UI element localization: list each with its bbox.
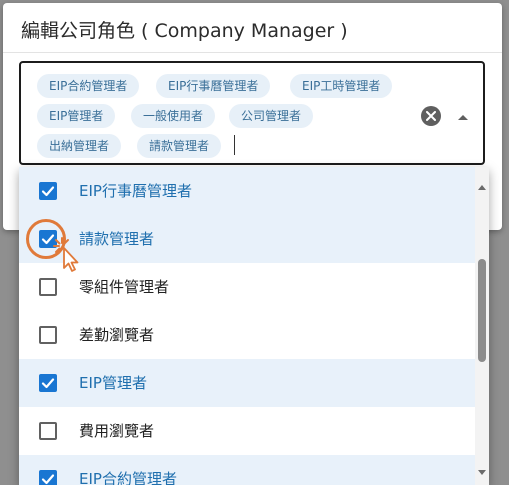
option-label: 差勤瀏覽者 [79,326,155,344]
option-label: 零組件管理者 [79,278,170,296]
role-chip[interactable]: 公司管理者 [229,104,314,128]
list-option[interactable]: 零組件管理者 [19,263,475,311]
checkbox-unchecked-icon[interactable] [39,422,57,440]
option-label: EIP行事曆管理者 [79,182,192,200]
role-chip[interactable]: 出納管理者 [37,134,122,158]
role-chip[interactable]: EIP工時管理者 [290,74,393,98]
text-caret [234,135,235,155]
list-option[interactable]: EIP管理者 [19,359,475,407]
role-chip[interactable]: EIP管理者 [37,104,116,128]
checkbox-checked-icon[interactable] [39,374,57,392]
checkbox-unchecked-icon[interactable] [39,326,57,344]
scroll-down-arrow-icon[interactable] [478,462,486,475]
role-chip[interactable]: 一般使用者 [131,104,216,128]
role-options-listbox[interactable]: EIP行事曆管理者 請款管理者零組件管理者 差勤瀏覽者 EIP管理者 費用瀏覽者 EIP合… [19,167,489,485]
option-label: 請款管理者 [79,230,155,248]
checkbox-checked-icon[interactable] [39,230,57,248]
role-chip[interactable]: EIP行事曆管理者 [156,74,271,98]
option-label: EIP合約管理者 [79,470,177,485]
clear-selection-icon[interactable] [421,106,441,126]
title-divider [3,52,502,53]
checkbox-unchecked-icon[interactable] [39,278,57,296]
option-label: 費用瀏覽者 [79,422,155,440]
role-chip[interactable]: EIP合約管理者 [37,74,140,98]
list-option[interactable]: 請款管理者 [19,215,475,263]
checkbox-checked-icon[interactable] [39,470,57,485]
role-multiselect[interactable]: EIP合約管理者 EIP行事曆管理者 EIP工時管理者 EIP管理者 一般使用者… [19,61,485,165]
list-option[interactable]: EIP合約管理者 [19,455,475,485]
option-label: EIP管理者 [79,374,147,392]
arrow-drop-up-icon[interactable] [455,109,471,123]
list-option[interactable]: EIP行事曆管理者 [19,167,475,215]
listbox-scrollbar[interactable] [475,167,489,485]
role-chip[interactable]: 請款管理者 [137,134,222,158]
list-option[interactable]: 費用瀏覽者 [19,407,475,455]
scrollbar-thumb[interactable] [478,259,486,362]
checkbox-checked-icon[interactable] [39,182,57,200]
dialog-title: 編輯公司角色 ( Company Manager ) [21,20,348,42]
list-option[interactable]: 差勤瀏覽者 [19,311,475,359]
scroll-up-arrow-icon[interactable] [478,176,486,190]
